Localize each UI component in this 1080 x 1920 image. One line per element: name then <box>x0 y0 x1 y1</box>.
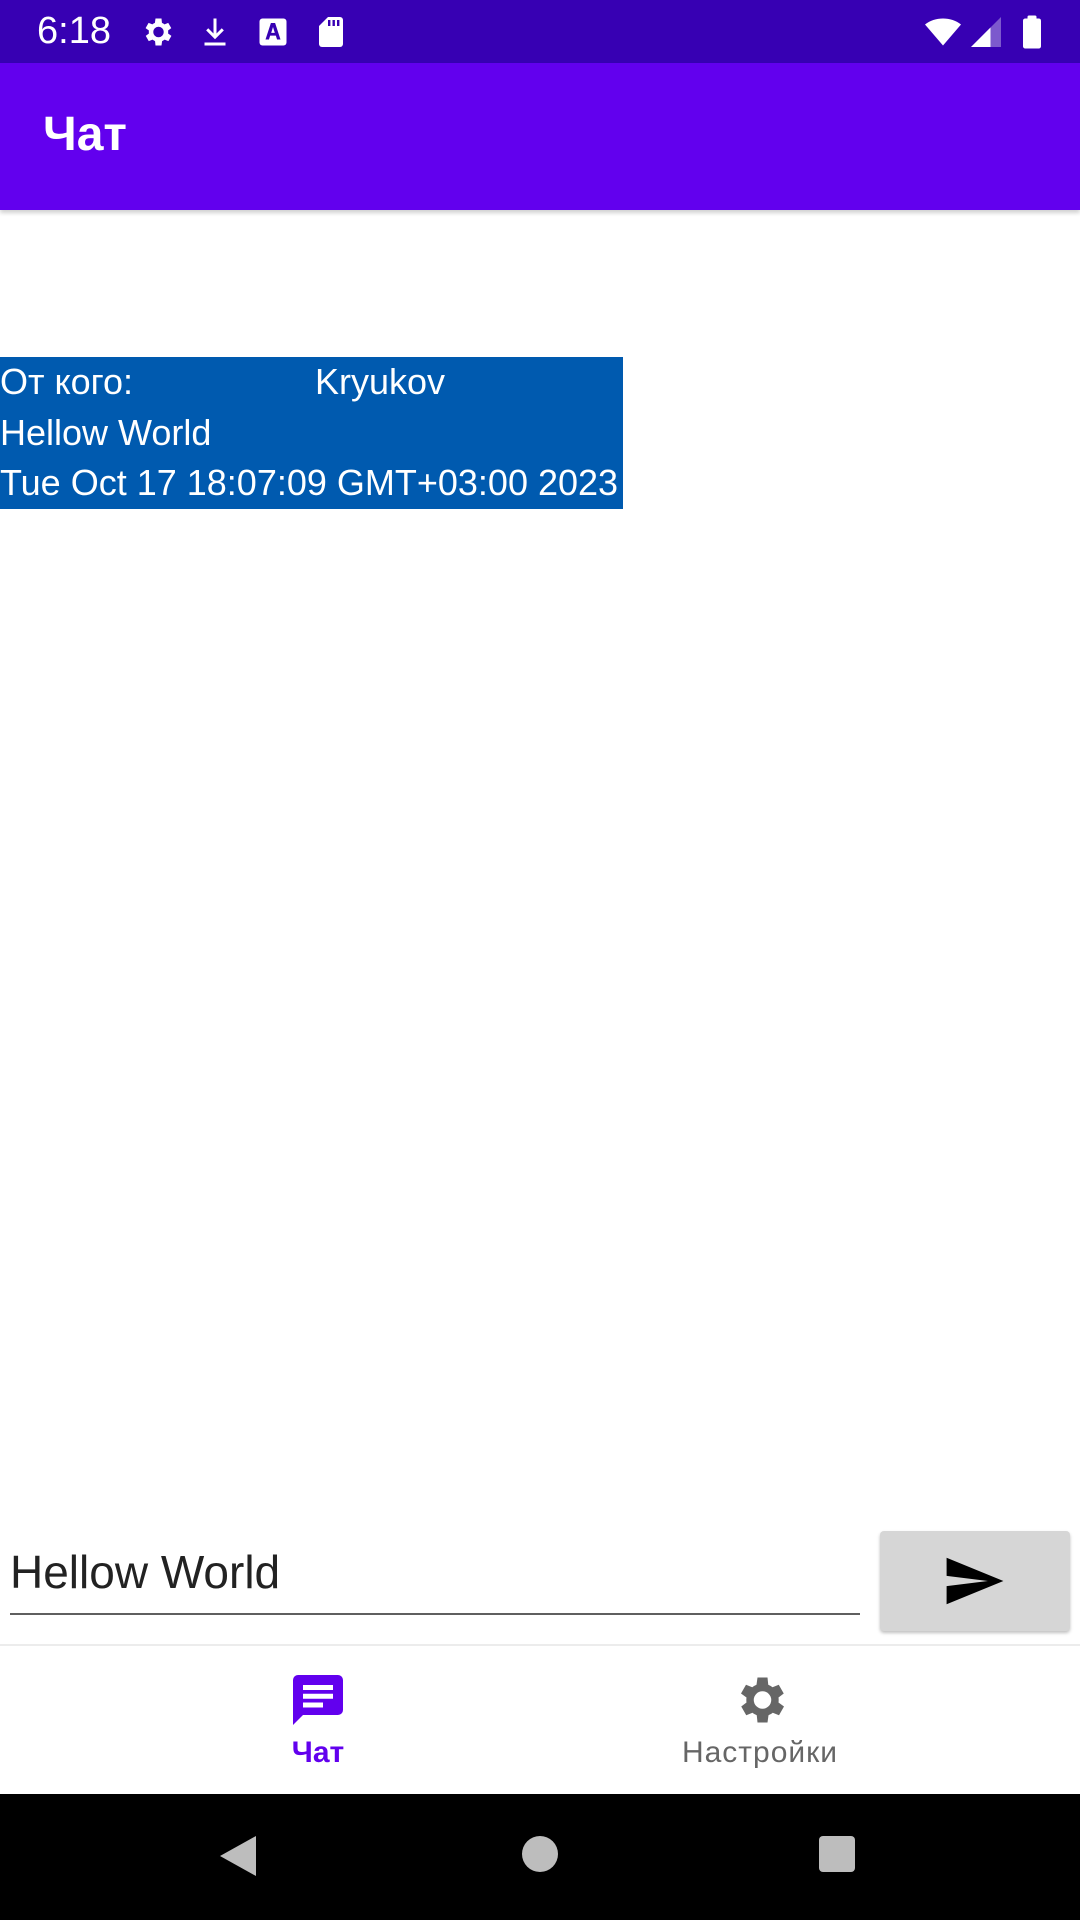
message-item[interactable]: От кого: Kryukov Hellow World Tue Oct 17… <box>0 357 623 509</box>
nav-item-settings[interactable]: Настройки <box>610 1646 910 1794</box>
home-icon[interactable] <box>520 1834 560 1874</box>
message-sender-name: Kryukov <box>315 361 446 402</box>
message-input-wrapper <box>10 1535 860 1615</box>
sd-card-icon <box>319 17 343 47</box>
page-title: Чат <box>43 108 127 161</box>
send-button[interactable] <box>880 1531 1070 1631</box>
battery-icon <box>1023 15 1041 49</box>
font-a-icon <box>259 18 287 46</box>
wifi-icon <box>925 18 961 46</box>
status-time: 6:18 <box>37 10 111 52</box>
back-icon[interactable] <box>216 1832 260 1880</box>
nav-item-settings-label: Настройки <box>681 1736 839 1769</box>
message-timestamp: Tue Oct 17 18:07:09 GMT+03:00 2023 <box>0 462 619 503</box>
system-navigation-bar <box>0 1794 1080 1920</box>
nav-item-chat-label: Чат <box>291 1736 345 1769</box>
signal-icon <box>971 17 1001 47</box>
settings-gear-icon <box>741 1677 784 1723</box>
bottom-navigation: Чат Настройки <box>0 1646 1080 1794</box>
chat-icon <box>293 1675 343 1725</box>
nav-item-chat[interactable]: Чат <box>168 1646 468 1794</box>
message-from-label: От кого: <box>0 361 134 402</box>
app-bar: Чат <box>0 63 1080 210</box>
send-icon <box>946 1557 1004 1605</box>
message-input[interactable] <box>10 1535 860 1609</box>
gear-icon <box>145 18 172 46</box>
download-icon <box>204 18 226 46</box>
status-bar: 6:18 <box>0 0 1080 63</box>
message-text: Hellow World <box>0 412 212 453</box>
recents-icon[interactable] <box>817 1834 857 1874</box>
